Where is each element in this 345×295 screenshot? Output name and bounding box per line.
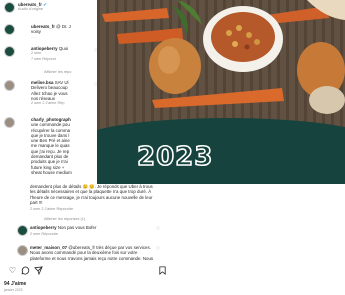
avatar[interactable] <box>17 225 28 236</box>
avatar[interactable] <box>4 46 15 57</box>
like-comment-icon[interactable]: ♡ <box>94 48 97 53</box>
post-image[interactable]: 2023 <box>97 0 345 184</box>
comment-username[interactable]: antiopeberry <box>31 46 58 51</box>
comment-text: Quoi <box>58 46 69 51</box>
bookmark-icon[interactable] <box>158 266 167 275</box>
heart-icon[interactable]: ♡ <box>8 266 17 275</box>
post-date: janvier 2023 <box>4 288 23 292</box>
comment-text: Non pas vous Bofer <box>57 225 97 230</box>
comment-icon[interactable] <box>21 266 30 275</box>
list-item: meter_maison_07 @ubereats_fr très déçue … <box>0 245 345 265</box>
comment-text-line: part !!! <box>30 200 43 206</box>
avatar[interactable] <box>17 245 28 256</box>
like-comment-icon[interactable]: ♡ <box>156 246 161 251</box>
avatar[interactable] <box>4 24 15 35</box>
comment-text: @ubereats_fr très déçue par vos services… <box>68 245 151 250</box>
like-comment-icon[interactable]: ♡ <box>156 226 161 231</box>
comment-text-line: plateforme et nous n'avons jamais reçu n… <box>30 255 154 261</box>
view-replies-link[interactable]: Afficher les réponses (1) <box>44 217 85 221</box>
comment-text-line: l'heure de ce message, je n'ai toujours … <box>30 194 153 200</box>
comment-meta: … <box>31 34 35 39</box>
teal-banner <box>97 118 345 184</box>
list-item: antiopeberry Non pas vous Bofer 2 sem Ré… <box>0 225 345 241</box>
author-username[interactable]: ubereats_fr <box>18 2 42 7</box>
comment-username[interactable]: melise.bsa <box>31 80 53 85</box>
comment-text-line: sheat house medium <box>31 169 72 175</box>
comment-username[interactable]: ubereats_fr <box>31 24 55 29</box>
verified-icon: ✔ <box>43 2 47 7</box>
comment-meta: 2 sem Répondre <box>30 232 59 236</box>
share-icon[interactable] <box>34 266 43 276</box>
view-replies-link[interactable]: Afficher les répo <box>44 70 71 74</box>
comments-panel: ubereats_fr ✔ Audio d'origine ubereats_f… <box>0 0 97 184</box>
audio-label[interactable]: Audio d'origine <box>18 7 83 12</box>
list-item: demandent plus de détails 😊 😊. Je répond… <box>0 184 345 224</box>
comment-username[interactable]: charly_photograph <box>31 117 71 122</box>
comment-username[interactable]: meter_maison_07 <box>30 245 67 250</box>
post-image-year: 2023 <box>136 141 214 173</box>
comment-username[interactable]: antiopeberry <box>30 225 57 230</box>
avatar[interactable] <box>4 2 15 13</box>
comment-meta: 2 sem 2 J'aime Rép <box>31 101 65 106</box>
avatar[interactable] <box>4 80 15 91</box>
comment-text: @ Dr. J <box>56 24 71 29</box>
avatar[interactable] <box>4 117 15 128</box>
like-count[interactable]: 94 J'aime <box>4 281 26 287</box>
post-actions: ♡ <box>8 266 168 276</box>
like-comment-icon[interactable]: ♡ <box>94 82 97 87</box>
food-illustration <box>102 0 345 114</box>
comment-meta: 2 sem 2 J'aime Répondre <box>30 207 74 211</box>
comment-meta-secondary: 7 sem Répond <box>31 56 56 61</box>
comment-text: SAV Ul <box>54 80 69 85</box>
